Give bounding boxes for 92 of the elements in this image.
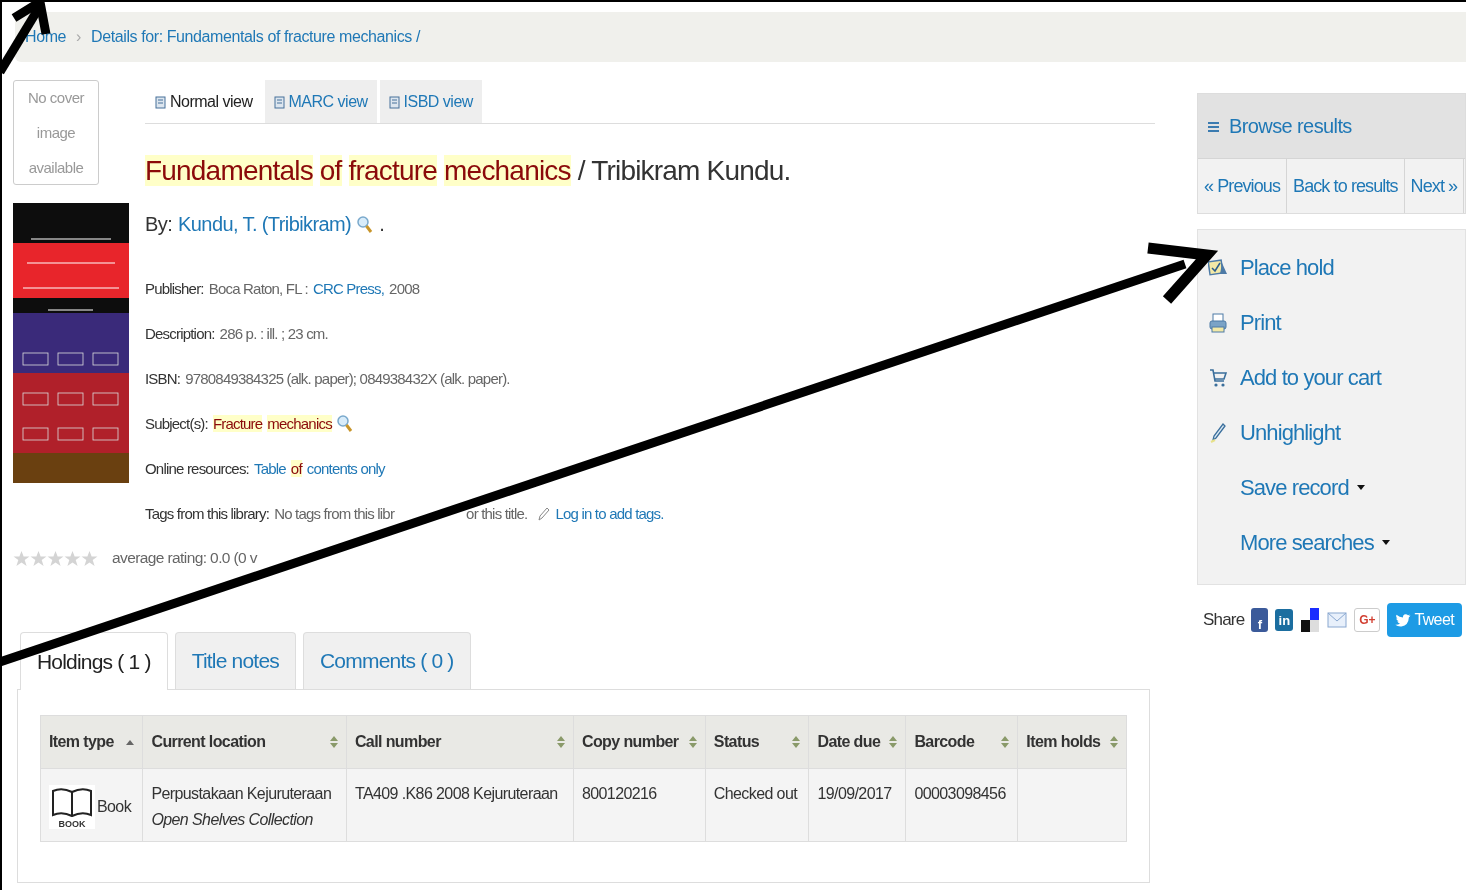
table-cell: 800120216 — [573, 768, 706, 842]
rating-star-icon[interactable] — [47, 549, 64, 567]
column-header[interactable]: Status — [705, 715, 809, 769]
search-icon[interactable] — [357, 215, 374, 234]
pagination-link[interactable]: Next » — [1404, 159, 1465, 213]
breadcrumb-separator: › — [76, 28, 82, 46]
delicious-icon[interactable] — [1300, 607, 1321, 633]
field-label: Tags from this library: — [145, 505, 270, 522]
field-link[interactable]: Table — [253, 460, 286, 477]
sort-icon — [792, 736, 801, 748]
column-header[interactable]: Date due — [808, 715, 906, 769]
sort-icon — [688, 736, 697, 748]
email-icon[interactable] — [1327, 612, 1348, 628]
column-header[interactable]: Copy number — [573, 715, 706, 769]
field-value: 286 p. : ill. ; 23 cm. — [219, 325, 328, 342]
table-cell: 00003098456 — [905, 768, 1018, 842]
sort-icon — [329, 736, 338, 748]
field-link[interactable]: Log in to add tags. — [555, 505, 664, 522]
cart-icon — [1209, 367, 1227, 388]
browse-results-title: Browse results — [1229, 114, 1352, 138]
pen-icon — [1210, 422, 1226, 443]
action-link[interactable]: Unhighlight — [1240, 419, 1341, 446]
share-label: Share — [1203, 610, 1245, 630]
field-value: 9780849384325 (alk. paper); 084938432X (alk. paper). — [185, 370, 510, 387]
rating-star-icon[interactable] — [30, 549, 47, 567]
printer-icon — [1209, 312, 1227, 333]
field-label: Online resources: — [145, 460, 249, 477]
field-link[interactable]: CRC Press, — [312, 280, 385, 297]
column-header[interactable]: Barcode — [905, 715, 1018, 769]
google-plus-button[interactable]: G+ — [1354, 608, 1381, 632]
field-link[interactable]: contents only — [306, 460, 385, 477]
field-link[interactable]: Fracture — [212, 415, 263, 432]
pagination-link[interactable]: « Previous — [1198, 159, 1288, 213]
collection-name: Open Shelves Collection — [151, 811, 314, 829]
sort-icon — [1110, 736, 1118, 748]
author-label: By: — [145, 213, 173, 236]
average-rating-text: average rating: 0.0 (0 v — [112, 549, 257, 567]
field-label: ISBN: — [145, 370, 181, 387]
rating-star-icon[interactable] — [64, 549, 81, 567]
document-icon — [155, 95, 166, 109]
holdings-tab[interactable]: Holdings ( 1 ) — [20, 632, 168, 690]
field-label: Description: — [145, 325, 215, 342]
caret-icon — [1381, 540, 1390, 545]
action-link[interactable]: Place hold — [1240, 254, 1334, 281]
table-cell: Checked out — [705, 768, 809, 842]
no-cover-text: No cover image available — [27, 88, 86, 178]
pagination-link[interactable]: Back to results — [1287, 159, 1405, 213]
view-tab[interactable]: MARC view — [264, 80, 377, 123]
tweet-button[interactable]: Tweet — [1387, 603, 1463, 637]
table-cell: 19/09/2017 — [808, 768, 906, 842]
field-value: or this title. — [466, 505, 528, 522]
rating-star-icon[interactable] — [13, 549, 30, 567]
linkedin-button[interactable]: in — [1275, 609, 1294, 631]
sort-icon — [889, 736, 898, 748]
facebook-button[interactable]: f — [1251, 608, 1269, 632]
field-value: No tags from this libr — [274, 505, 395, 522]
table-cell: Book — [97, 798, 132, 816]
field-label: Publisher: — [145, 280, 204, 297]
column-header[interactable]: Item type — [40, 715, 143, 769]
field-value: 2008 — [389, 280, 420, 297]
rating-star-icon[interactable] — [81, 549, 98, 567]
table-cell: TA409 .K86 2008 Kejuruteraan — [346, 768, 574, 842]
hold-note-icon — [1208, 258, 1228, 277]
dropdown-toggle[interactable]: Save record — [1240, 474, 1365, 501]
record-title: Fundamentals of fracture mechanics / Tribikram Kundu. — [145, 155, 792, 187]
column-header[interactable]: Current location — [142, 715, 347, 769]
bird-icon — [1395, 613, 1412, 627]
list-icon — [1208, 120, 1219, 132]
action-link[interactable]: Print — [1240, 309, 1281, 336]
dropdown-toggle[interactable]: More searches — [1240, 529, 1390, 556]
sort-icon — [556, 736, 565, 748]
punctuation: . — [379, 213, 385, 236]
pencil-icon — [538, 506, 551, 521]
holdings-tab[interactable]: Comments ( 0 ) — [303, 632, 471, 689]
holdings-tab[interactable]: Title notes — [174, 632, 296, 689]
view-tab[interactable]: ISBD view — [379, 80, 482, 123]
book-type-icon: BOOK — [49, 785, 95, 829]
document-icon — [273, 95, 285, 109]
column-header[interactable]: Call number — [346, 715, 574, 769]
caret-icon — [1356, 485, 1365, 490]
action-link[interactable]: Add to your cart — [1240, 364, 1381, 391]
search-icon[interactable] — [336, 414, 353, 433]
column-header[interactable]: Item holds — [1017, 715, 1127, 769]
sort-icon — [1001, 736, 1010, 748]
author-link[interactable]: Kundu, T. (Tribikram) — [178, 213, 352, 236]
field-value: Boca Raton, FL : — [208, 280, 308, 297]
document-icon — [388, 95, 400, 109]
field-link[interactable]: mechanics — [267, 415, 332, 432]
field-label: Subject(s): — [145, 415, 208, 432]
breadcrumb-link[interactable]: Details for: Fundamentals of fracture mechanics / — [91, 28, 421, 46]
location-name: Perpustakaan Kejuruteraan — [151, 785, 333, 803]
field-link[interactable]: of — [290, 460, 302, 477]
